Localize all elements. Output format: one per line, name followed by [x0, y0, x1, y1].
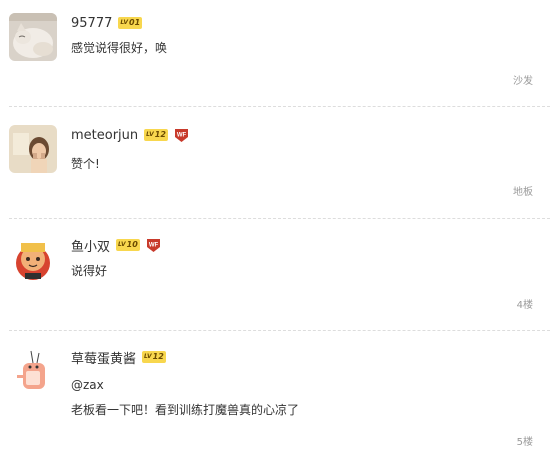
level-number: 12 [152, 352, 164, 361]
level-prefix: LV [120, 19, 128, 26]
user-avatar[interactable] [9, 235, 57, 283]
comment-item: meteorjun LV 12 WF 赞个! 地板 [0, 107, 550, 217]
floor-label: 地板 [513, 187, 533, 198]
user-avatar[interactable] [9, 347, 57, 395]
wf-badge-text: WF [177, 132, 187, 138]
floor-label: 4楼 [516, 300, 533, 311]
wf-badge-icon: WF [174, 128, 189, 143]
floor-label: 5楼 [516, 437, 533, 448]
username[interactable]: 草莓蛋黄酱 [71, 348, 136, 367]
level-number: 10 [126, 240, 138, 249]
level-badge: LV 01 [118, 17, 143, 29]
comment-content: 感觉说得很好，唤 [71, 41, 168, 55]
user-info: 95777 LV 01 [71, 13, 143, 33]
floor-label: 沙发 [513, 76, 533, 87]
wf-badge-text: WF [149, 242, 159, 248]
comment-item: 草莓蛋黄酱 LV 12 @zax 老板看一下吧！看到训练打魔兽真的心凉了 5楼 [0, 331, 550, 457]
wf-badge-icon: WF [146, 238, 161, 253]
level-prefix: LV [144, 353, 152, 360]
level-prefix: LV [146, 131, 154, 138]
user-info: 鱼小双 LV 10 WF [71, 235, 161, 255]
user-avatar[interactable] [9, 125, 57, 173]
user-info: 草莓蛋黄酱 LV 12 [71, 347, 166, 367]
comment-item: 鱼小双 LV 10 WF 说得好 4楼 [0, 219, 550, 329]
username[interactable]: 95777 [71, 16, 112, 31]
comment-content: 赞个! [71, 157, 100, 171]
username[interactable]: meteorjun [71, 128, 138, 143]
level-prefix: LV [118, 241, 126, 248]
level-badge: LV 12 [142, 351, 166, 363]
level-badge: LV 10 [116, 239, 140, 251]
comment-content: 老板看一下吧！看到训练打魔兽真的心凉了 [71, 403, 300, 417]
user-info: meteorjun LV 12 WF [71, 125, 189, 145]
user-avatar[interactable] [9, 13, 57, 61]
level-number: 12 [154, 130, 166, 139]
level-number: 01 [129, 18, 141, 27]
mention-link[interactable]: @zax [71, 377, 104, 393]
level-badge: LV 12 [144, 129, 168, 141]
username[interactable]: 鱼小双 [71, 236, 110, 255]
comment-item: 95777 LV 01 感觉说得很好，唤 沙发 [0, 0, 550, 100]
comment-content: 说得好 [71, 264, 108, 278]
